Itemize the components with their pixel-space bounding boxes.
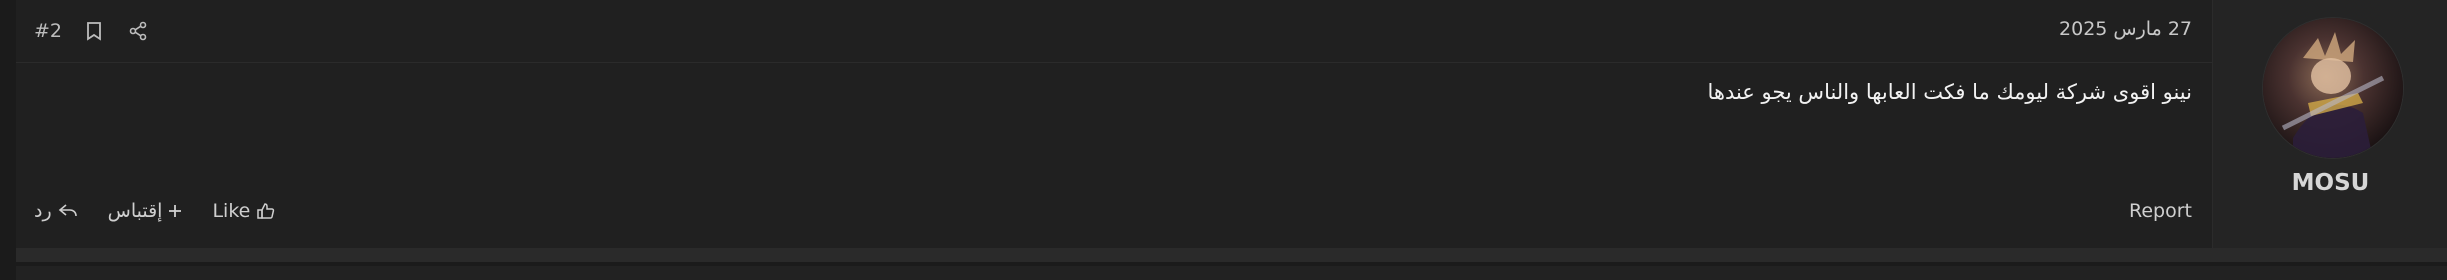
quote-label: إقتباس — [107, 200, 163, 222]
avatar[interactable] — [2263, 18, 2403, 158]
plus-icon — [169, 205, 182, 217]
like-label: Like — [212, 200, 251, 222]
report-link[interactable]: Report — [2129, 200, 2192, 222]
share-icon[interactable] — [126, 19, 150, 43]
post-main: #2 27 مارس 2025 نينو اقوى شركة ليومك ما … — [16, 0, 2212, 248]
quote-button[interactable]: إقتباس — [108, 200, 183, 222]
reply-icon — [58, 204, 77, 217]
reply-button[interactable]: رد — [34, 200, 78, 222]
bookmark-icon[interactable] — [82, 19, 106, 43]
thumbs-up-icon — [257, 203, 275, 219]
post-number-link[interactable]: #2 — [34, 20, 62, 42]
post-divider — [16, 248, 2447, 262]
user-info: MOSU — [2212, 0, 2447, 248]
post-date[interactable]: 27 مارس 2025 — [2059, 18, 2192, 40]
next-post-edge — [16, 266, 2447, 280]
reply-label: رد — [34, 200, 52, 222]
like-button[interactable]: Like — [212, 200, 276, 222]
post-header-tools: #2 — [34, 16, 150, 46]
username[interactable]: MOSU — [2213, 170, 2447, 196]
post-actions: رد إقتباس Like — [34, 200, 276, 222]
post-container: #2 27 مارس 2025 نينو اقوى شركة ليومك ما … — [16, 0, 2447, 248]
post-footer: رد إقتباس Like Report — [16, 188, 2212, 238]
post-body: نينو اقوى شركة ليومك ما فكت العابها والن… — [1707, 80, 2192, 104]
post-header: #2 27 مارس 2025 — [16, 0, 2212, 63]
